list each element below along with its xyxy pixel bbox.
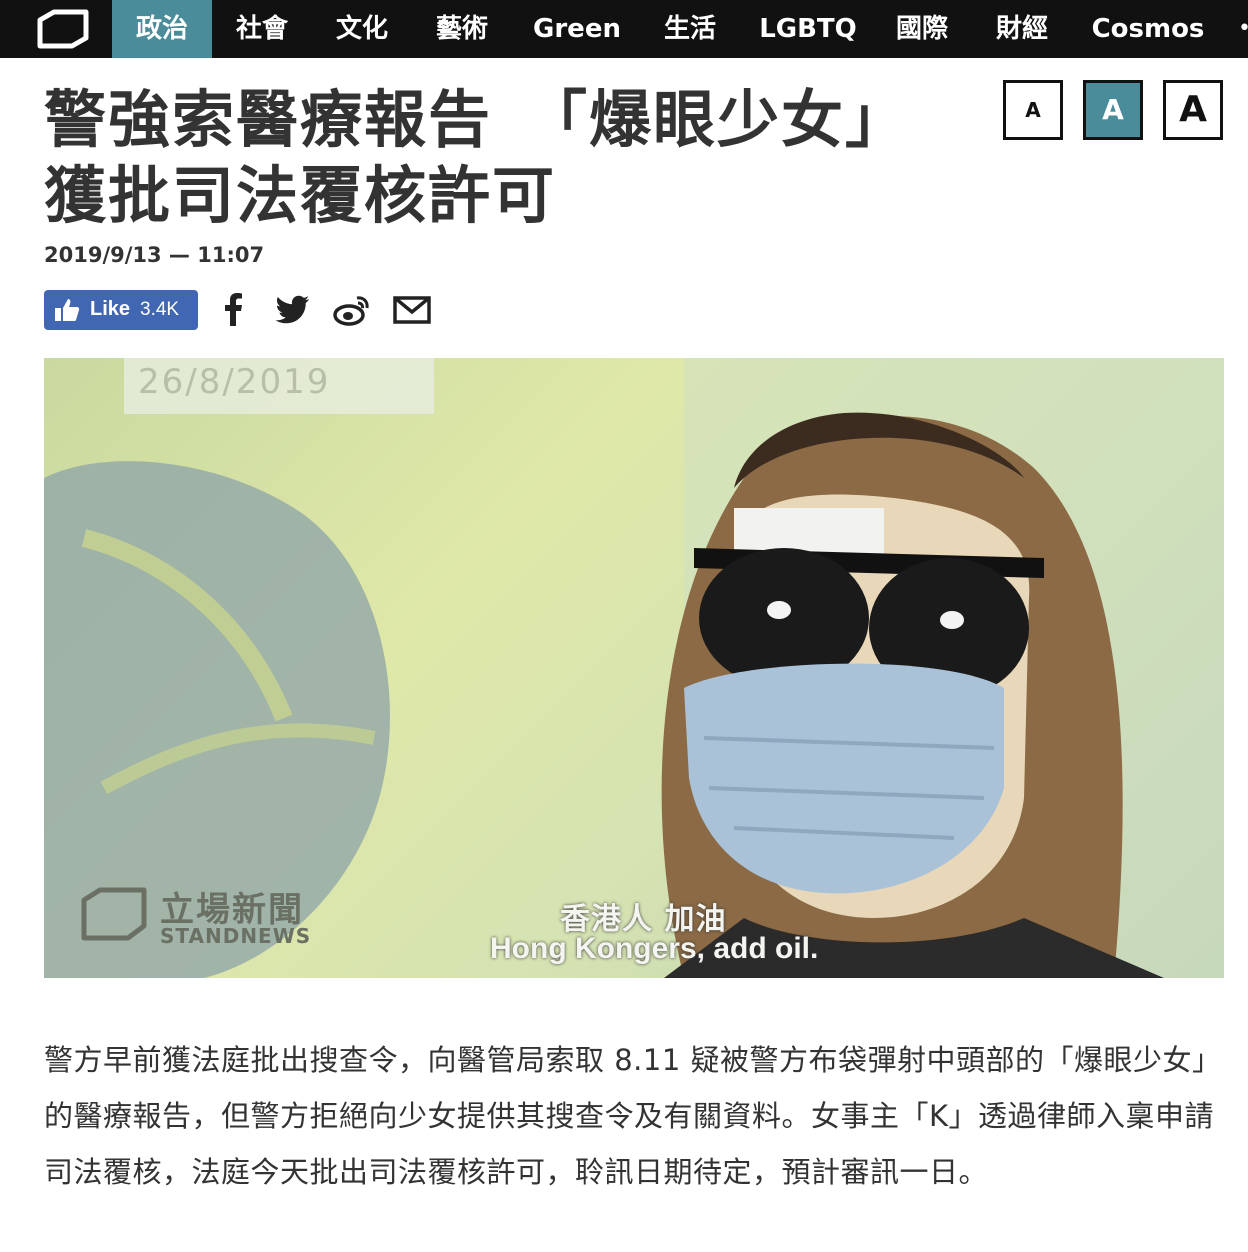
video-subtitle-english: Hong Kongers, add oil. xyxy=(490,932,819,965)
nav-overflow-indicator: • xyxy=(1238,0,1248,58)
nav-item-lgbtq[interactable]: LGBTQ xyxy=(748,0,868,58)
nav-item-green[interactable]: Green xyxy=(518,0,636,58)
article-title: 警強索醫療報告 「爆眼少女」獲批司法覆核許可 xyxy=(44,83,910,232)
nav-item-politics[interactable]: 政治 xyxy=(112,0,212,58)
watermark-english: STANDNEWS xyxy=(160,924,312,948)
article-body: 警方早前獲法庭批出搜查令，向醫管局索取 8.11 疑被警方布袋彈射中頭部的「爆眼… xyxy=(44,1043,1222,1189)
font-size-small-button[interactable]: A xyxy=(1003,80,1063,140)
nav-item-international[interactable]: 國際 xyxy=(872,0,972,58)
weibo-icon[interactable] xyxy=(332,290,372,330)
font-size-medium-button[interactable]: A xyxy=(1083,80,1143,140)
thumbs-up-icon xyxy=(55,299,80,321)
facebook-icon[interactable] xyxy=(214,290,254,330)
nav-item-finance[interactable]: 財經 xyxy=(972,0,1072,58)
standnews-logo-icon xyxy=(81,887,147,941)
nav-item-cosmos[interactable]: Cosmos xyxy=(1080,0,1216,58)
email-icon[interactable] xyxy=(392,290,432,330)
facebook-like-button[interactable]: Like 3.4K xyxy=(44,290,198,330)
nav-item-life[interactable]: 生活 xyxy=(640,0,740,58)
like-count: 3.4K xyxy=(140,299,180,320)
like-label: Like xyxy=(90,298,131,320)
site-logo-icon[interactable] xyxy=(36,8,90,50)
nav-item-art[interactable]: 藝術 xyxy=(412,0,512,58)
nav-item-society[interactable]: 社會 xyxy=(212,0,312,58)
top-navigation: 政治 社會 文化 藝術 Green 生活 LGBTQ 國際 財經 Cosmos … xyxy=(0,0,1248,58)
nav-item-culture[interactable]: 文化 xyxy=(312,0,412,58)
font-size-large-button[interactable]: A xyxy=(1163,80,1223,140)
hero-image: 26/8/2019 立場新聞 STANDNEWS 香港人 加油 Hong Kon… xyxy=(44,358,1224,978)
publish-date: 2019/9/13 — 11:07 xyxy=(44,243,265,267)
twitter-icon[interactable] xyxy=(272,290,312,330)
date-stamp: 26/8/2019 xyxy=(124,358,434,414)
